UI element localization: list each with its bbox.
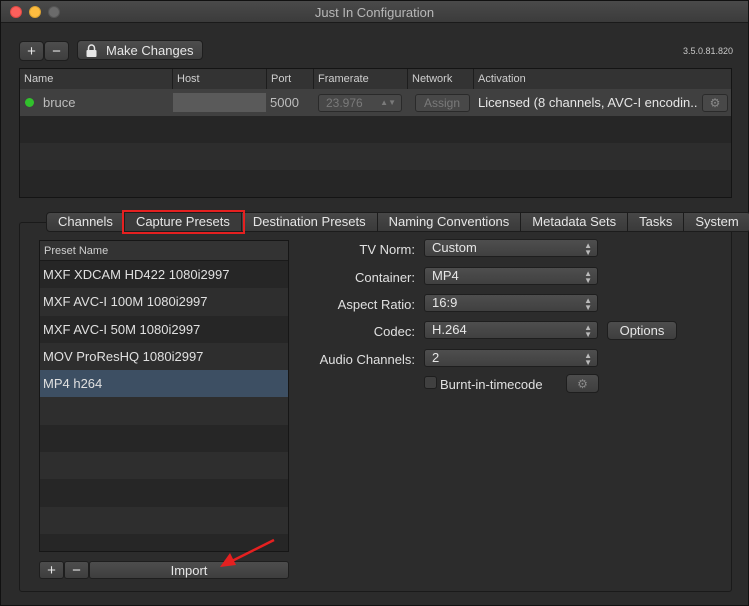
annotation-arrow-icon [220,538,275,567]
column-header-host[interactable]: Host [173,69,267,89]
empty-row [40,452,288,480]
chevron-updown-icon: ▲▼ [584,269,592,285]
empty-row [40,506,288,534]
audio-channels-value: 2 [432,350,440,365]
audio-channels-select[interactable]: 2 ▲ ▼ [424,349,598,367]
remove-channel-button[interactable]: − [44,41,69,61]
column-header-port[interactable]: Port [267,69,314,89]
tab-bar: Channels Capture Presets Destination Pre… [46,210,749,234]
framerate-select[interactable]: 23.976 ▲▼ [318,94,402,112]
tab-system[interactable]: System [684,213,749,231]
channel-name: bruce [43,95,76,110]
empty-row [40,425,288,452]
empty-row [20,143,731,170]
plus-icon: + [27,42,36,60]
list-item[interactable]: MXF AVC-I 50M 1080i2997 [40,316,288,343]
port-value: 5000 [270,95,299,110]
tab-naming-conventions[interactable]: Naming Conventions [378,213,522,231]
column-header-activation[interactable]: Activation [474,69,731,89]
window-title: Just In Configuration [314,5,435,20]
chevron-updown-icon: ▲▼ [584,241,592,257]
tab-capture-presets[interactable]: Capture Presets [121,210,245,234]
empty-row [40,479,288,506]
activation-status: Licensed (8 channels, AVC-I encodin... [478,95,698,110]
aspect-ratio-value: 16:9 [432,295,458,310]
list-item-selected[interactable]: MP4 h264 [40,370,288,398]
burnin-timecode-checkbox[interactable] [424,376,437,389]
make-changes-label: Make Changes [106,42,194,58]
list-item[interactable]: MXF XDCAM HD422 1080i2997 [40,261,288,288]
remove-preset-button[interactable]: − [64,561,89,579]
column-header-network[interactable]: Network [408,69,474,89]
plus-icon: + [47,561,56,579]
channels-table: Name Host Port Framerate Network Activat… [19,68,732,198]
gear-icon[interactable]: ⚙ [566,374,599,393]
status-indicator-icon [25,98,34,107]
empty-row [20,116,731,143]
list-item[interactable]: MXF AVC-I 100M 1080i2997 [40,288,288,316]
container-label: Container: [355,270,415,285]
host-field[interactable] [173,93,266,112]
lock-icon [86,43,97,57]
audio-channels-label: Audio Channels: [319,352,415,367]
column-header-name[interactable]: Name [20,69,173,89]
aspect-ratio-label: Aspect Ratio: [337,297,415,312]
burnin-timecode-label: Burnt-in-timecode [440,377,543,392]
codec-options-button[interactable]: Options [607,321,677,340]
tab-metadata-sets[interactable]: Metadata Sets [521,213,629,231]
chevron-updown-icon: ▲▼ [584,296,592,312]
title-bar[interactable]: Just In Configuration [1,1,748,23]
chevron-updown-icon: ▲▼ [584,323,592,339]
minus-icon: − [52,42,61,60]
column-header-framerate[interactable]: Framerate [314,69,408,89]
chevron-updown-icon: ▲▼ [380,98,396,107]
tab-tasks[interactable]: Tasks [628,213,685,231]
framerate-value: 23.976 [326,96,363,110]
version-label: 3.5.0.81.820 [682,46,733,56]
preset-list: Preset Name MXF XDCAM HD422 1080i2997 MX… [39,240,289,552]
codec-select[interactable]: H.264 ▲ ▼ [424,321,598,339]
chevron-updown-icon: ▲▼ [584,351,592,367]
aspect-ratio-select[interactable]: 16:9 ▲ ▼ [424,294,598,312]
codec-value: H.264 [432,322,467,337]
add-channel-button[interactable]: + [19,41,44,61]
add-preset-button[interactable]: + [39,561,64,579]
container-value: MP4 [432,268,459,283]
tv-norm-label: TV Norm: [359,242,415,257]
app-window: Just In Configuration + − Make Changes 3… [0,0,749,606]
tab-channels[interactable]: Channels [47,213,125,231]
codec-label: Codec: [373,324,415,339]
column-header-preset-name[interactable]: Preset Name [40,241,288,261]
tab-destination-presets[interactable]: Destination Presets [242,213,378,231]
gear-icon[interactable]: ⚙ [702,94,728,112]
make-changes-button[interactable]: Make Changes [77,40,203,60]
list-item[interactable]: MOV ProResHQ 1080i2997 [40,342,288,371]
tv-norm-value: Custom [432,240,477,255]
assign-button[interactable]: Assign [415,94,470,112]
container-select[interactable]: MP4 ▲ ▼ [424,267,598,285]
minus-icon: − [72,561,81,579]
tv-norm-select[interactable]: Custom ▲ ▼ [424,239,598,257]
empty-row [20,170,731,197]
empty-row [40,397,288,425]
